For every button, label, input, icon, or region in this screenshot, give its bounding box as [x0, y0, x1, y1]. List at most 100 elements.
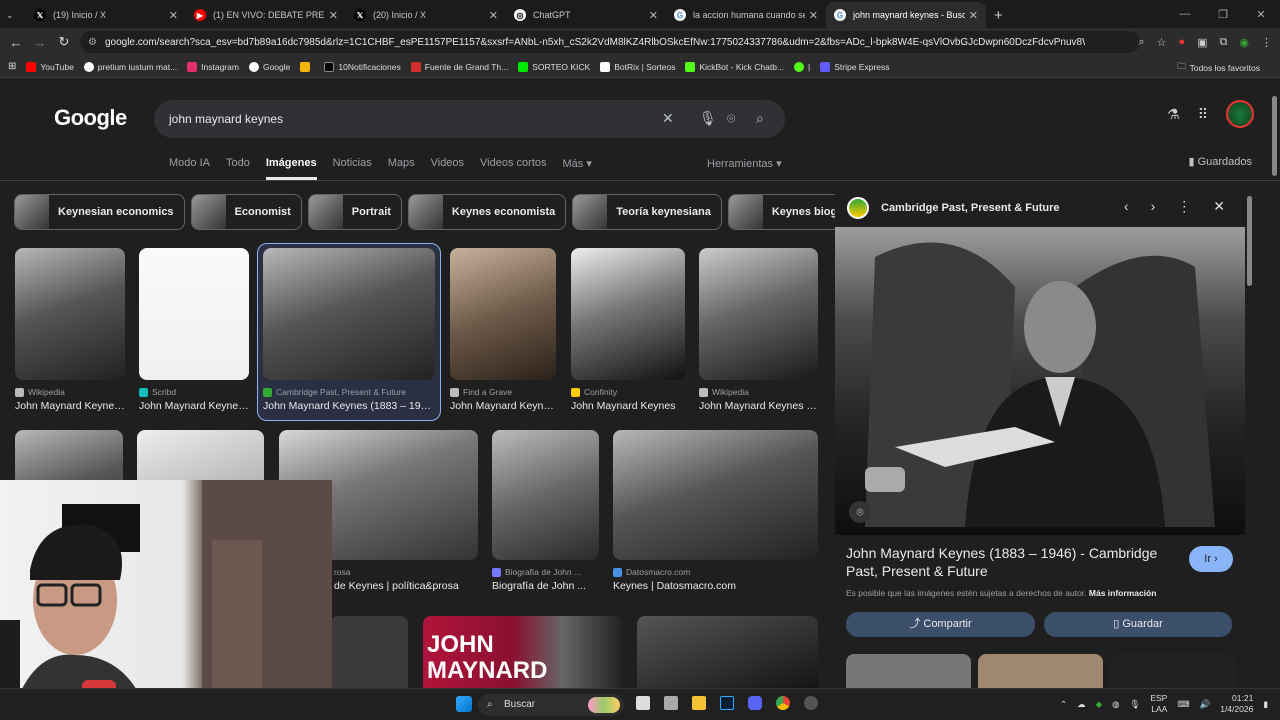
zoom-icon[interactable]: ⌕ [1138, 36, 1144, 49]
page-scrollbar[interactable] [1272, 96, 1277, 176]
tools-button[interactable]: Herramientas ▾ [707, 157, 782, 170]
close-icon[interactable]: ✕ [809, 9, 818, 22]
browser-tab[interactable]: 𝕏 (20) Inicio / X ✕ [346, 2, 506, 28]
image-result[interactable]: Scribd John Maynard Keynes | PDF [139, 248, 249, 412]
tab-search-button[interactable]: ⌄ [0, 2, 26, 28]
site-info-icon[interactable]: ⚙ [88, 37, 97, 48]
chip[interactable]: Keynes economista [407, 194, 567, 230]
microphone-icon[interactable]: 🎙 [1130, 699, 1141, 710]
maximize-icon[interactable]: ❐ [1204, 8, 1242, 21]
reload-icon[interactable]: ↻ [52, 34, 76, 50]
tab-maps[interactable]: Maps [388, 157, 415, 180]
lens-icon[interactable]: ⌾ [727, 110, 735, 127]
clear-icon[interactable]: ✕ [662, 110, 674, 127]
back-icon[interactable]: ← [4, 35, 28, 50]
file-explorer-icon[interactable] [692, 696, 706, 710]
forward-icon[interactable]: → [28, 35, 52, 50]
more-info-link[interactable]: Más información [1089, 588, 1157, 598]
extensions-puzzle-icon[interactable]: ⧉ [1220, 36, 1228, 49]
tray-app-icon[interactable]: ◍ [1112, 699, 1119, 710]
close-icon[interactable]: ✕ [969, 9, 978, 22]
browser-tab[interactable]: 𝕏 (19) Inicio / X ✕ [26, 2, 186, 28]
extension-icon[interactable]: ● [1178, 36, 1185, 48]
image-result[interactable]: Datosmacro.com Keynes | Datosmacro.com [613, 430, 818, 592]
bookmark-item[interactable]: BotRix | Sorteos [600, 61, 675, 72]
related-image[interactable] [978, 654, 1103, 688]
notification-icon[interactable]: ▮ [1263, 699, 1268, 710]
browser-tab-active[interactable]: Gjohn maynard keynes - Buscar c ✕ [826, 2, 986, 28]
preview-image[interactable]: ⌾ [835, 227, 1245, 535]
search-input[interactable]: john maynard keynes [169, 112, 283, 126]
photoshop-icon[interactable] [720, 696, 734, 710]
browser-tab[interactable]: ◎ ChatGPT ✕ [506, 2, 666, 28]
browser-tab[interactable]: ▶ (1) EN VIVO: DEBATE PRESIDENCIAL ✕ [186, 2, 346, 28]
window-close-icon[interactable]: ✕ [1242, 8, 1280, 21]
bookmark-item[interactable] [300, 61, 314, 72]
taskbar-search[interactable]: ⌕ Buscar [478, 694, 624, 716]
related-image[interactable] [1110, 654, 1235, 688]
avatar[interactable] [1226, 100, 1254, 128]
image-result-selected[interactable]: Cambridge Past, Present & Future John Ma… [263, 248, 435, 412]
app-icon[interactable] [664, 696, 678, 710]
extension-icon[interactable]: ▣ [1197, 36, 1207, 49]
language-indicator[interactable]: ESP LAA [1150, 693, 1167, 715]
clock[interactable]: 01:21 1/4/2026 [1220, 693, 1253, 715]
panel-source[interactable]: Cambridge Past, Present & Future [881, 202, 1060, 214]
google-logo[interactable]: Google [54, 105, 127, 131]
share-button[interactable]: ⤴ Compartir [846, 612, 1035, 637]
bookmark-item[interactable]: KickBot - Kick Chatb... [685, 61, 784, 72]
apps-grid-icon[interactable]: ⊞ [8, 61, 16, 72]
bookmark-item[interactable]: | [794, 61, 810, 72]
network-icon[interactable]: ⌨ [1177, 699, 1189, 710]
apps-grid-icon[interactable]: ⠿ [1198, 106, 1208, 123]
microphone-icon[interactable]: 🎙 [699, 110, 717, 127]
bookmark-star-icon[interactable]: ☆ [1157, 36, 1167, 49]
chip[interactable]: Keynesian economics [14, 194, 185, 230]
tab-imagenes[interactable]: Imágenes [265, 157, 317, 180]
close-icon[interactable]: ✕ [169, 9, 178, 22]
close-icon[interactable]: ✕ [329, 9, 338, 22]
tab-todo[interactable]: Todo [226, 157, 250, 180]
close-icon[interactable]: ✕ [489, 9, 498, 22]
chip[interactable]: Teoría keynesiana [572, 194, 722, 230]
image-result[interactable]: Confinity John Maynard Keynes [571, 248, 685, 412]
chip[interactable]: Economist [190, 194, 302, 230]
chevron-left-icon[interactable]: ‹ [1124, 198, 1129, 215]
search-icon[interactable]: ⌕ [756, 110, 764, 127]
panel-scrollbar[interactable] [1247, 196, 1252, 286]
new-tab-icon[interactable]: + [994, 7, 1003, 24]
image-result[interactable]: Wikipedia John Maynard Keynes - Wikipedi… [15, 248, 125, 412]
bookmark-item[interactable]: SORTEO KICK [518, 61, 590, 72]
saved-button[interactable]: ▮ Guardados [1188, 155, 1252, 168]
tray-overflow-icon[interactable]: ⌃ [1060, 699, 1067, 710]
save-button[interactable]: ▯ Guardar [1044, 612, 1232, 637]
close-icon[interactable]: ✕ [649, 9, 658, 22]
discord-icon[interactable] [748, 696, 762, 710]
tab-videos[interactable]: Videos [431, 157, 464, 180]
menu-dots-icon[interactable]: ⋮ [1261, 36, 1272, 49]
minimize-icon[interactable]: — [1166, 8, 1204, 20]
bookmark-item[interactable]: YouTube [26, 61, 74, 72]
image-result[interactable]: JOHN MAYNARD [423, 616, 622, 688]
bookmark-item[interactable]: pretium iustum mat... [83, 61, 177, 72]
tab-modo-ia[interactable]: Modo IA [169, 157, 210, 180]
lens-icon[interactable]: ⌾ [849, 501, 871, 523]
image-result[interactable] [637, 616, 818, 688]
chrome-icon[interactable] [776, 696, 790, 710]
tab-mas[interactable]: Más ▾ [563, 157, 592, 180]
profile-avatar-icon[interactable]: ◉ [1239, 36, 1249, 49]
panel-title[interactable]: John Maynard Keynes (1883 – 1946) - Camb… [846, 544, 1176, 580]
bookmark-item[interactable]: Fuente de Grand Th... [410, 61, 508, 72]
bookmark-item[interactable]: Google [248, 61, 290, 72]
all-bookmarks[interactable]: 🗀 Todos los favoritos [1177, 61, 1260, 75]
browser-tab[interactable]: Gla accion humana cuando se pu ✕ [666, 2, 826, 28]
labs-flask-icon[interactable]: ⚗ [1167, 106, 1180, 123]
search-box[interactable]: john maynard keynes ✕ 🎙 ⌾ ⌕ [154, 100, 785, 138]
tray-app-icon[interactable]: ☁ [1077, 699, 1086, 710]
image-result[interactable]: Wikipedia John Maynard Keynes - Wikipedi… [699, 248, 818, 412]
obs-icon[interactable] [804, 696, 818, 710]
tab-noticias[interactable]: Noticias [333, 157, 372, 180]
related-image[interactable] [846, 654, 971, 688]
bookmark-item[interactable]: 10Notificaciones [324, 61, 401, 72]
volume-icon[interactable]: 🔊 [1200, 699, 1211, 710]
